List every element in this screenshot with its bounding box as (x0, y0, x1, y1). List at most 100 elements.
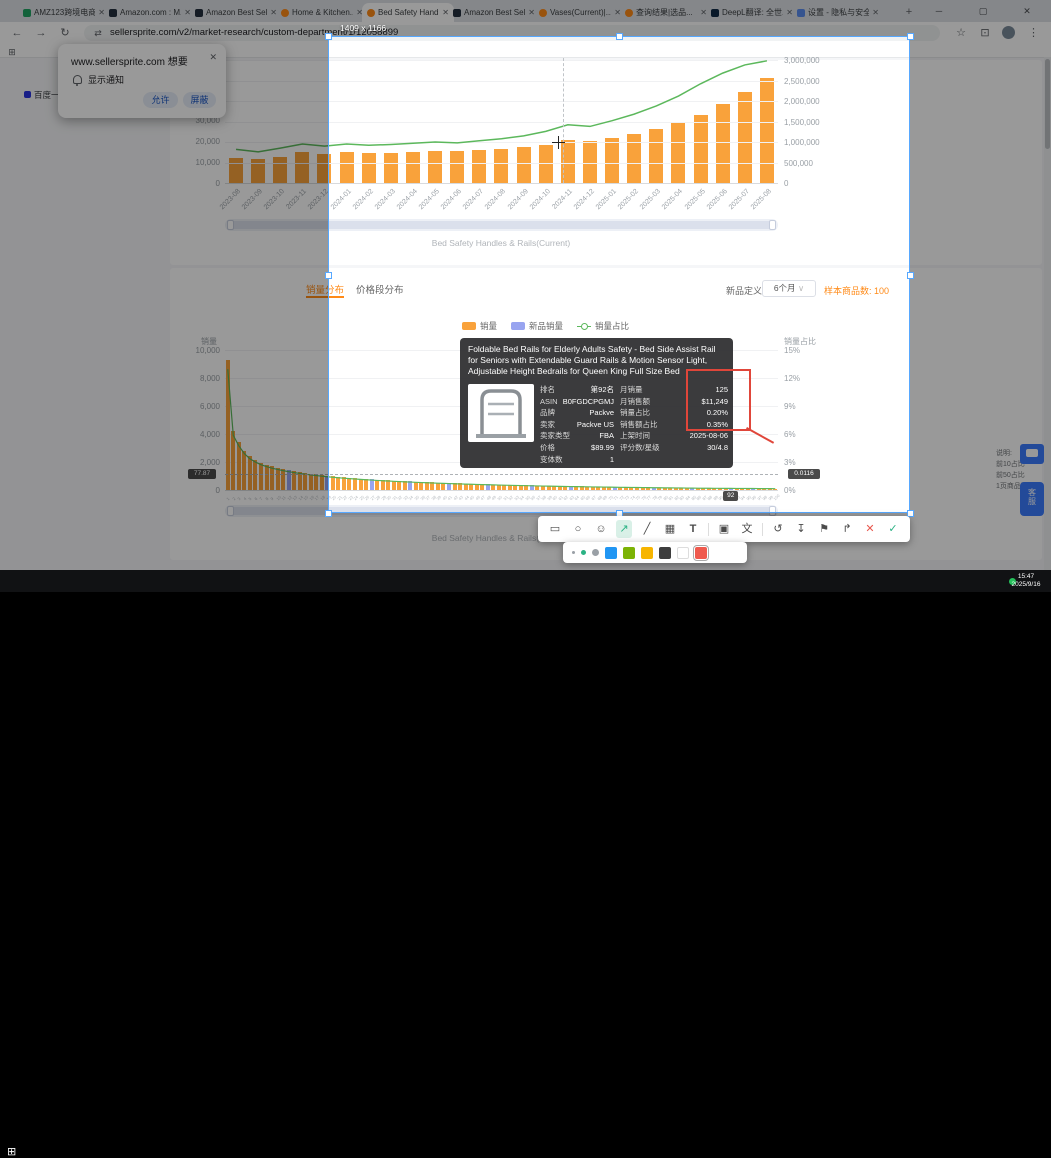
share-button-icon[interactable]: ↱ (839, 520, 855, 538)
chat-widget-button[interactable] (1020, 444, 1044, 464)
maximize-button[interactable]: ▢ (966, 0, 1000, 22)
tab-label: Amazon Best Sell... (464, 8, 525, 17)
color-swatch[interactable] (677, 547, 689, 559)
side-note-line: 前50占比 (996, 470, 1025, 480)
browser-tab-7[interactable]: Vases(Current)|...✕ (534, 3, 626, 22)
ellipse-tool-icon[interactable]: ○ (570, 520, 586, 538)
color-swatch[interactable] (605, 547, 617, 559)
chat-bubble-icon (1026, 449, 1038, 457)
back-icon[interactable]: ← (10, 26, 24, 40)
chart2-left-tick: 8,000 (180, 374, 220, 383)
browser-tab-1[interactable]: AMZ123跨境电商导航✕ (18, 3, 110, 22)
undo-button-icon[interactable]: ↺ (770, 520, 786, 538)
browser-tab-2[interactable]: Amazon.com : M...✕ (104, 3, 196, 22)
tab-label: Bed Safety Handl... (378, 8, 439, 17)
line-tool-icon[interactable]: ╱ (639, 520, 655, 538)
stroke-size-dot[interactable] (592, 549, 599, 556)
ocr-tool-icon[interactable]: 文 (739, 520, 755, 538)
chart2-left-tick: 2,000 (180, 458, 220, 467)
scrollbar-thumb[interactable] (1045, 59, 1050, 149)
stroke-size-dot[interactable] (581, 550, 586, 555)
bookmark-favicon (24, 91, 31, 98)
apps-grid-icon[interactable]: ⊞ (6, 45, 18, 59)
tab-label: Amazon Best Sell... (206, 8, 267, 17)
tab-favicon (711, 9, 719, 17)
snip-selection-window[interactable] (328, 36, 910, 513)
notification-permission-popup: www.sellersprite.com 想要 ✕ 显示通知 允许 屏蔽 (58, 44, 226, 118)
forward-icon[interactable]: → (34, 26, 48, 40)
tab-favicon (453, 9, 461, 17)
save-button-icon[interactable]: ↧ (793, 520, 809, 538)
browser-tab-6[interactable]: Amazon Best Sell...✕ (448, 3, 540, 22)
chart1-left-tick: 10,000 (180, 158, 220, 167)
tab-favicon (195, 9, 203, 17)
browser-tab-4[interactable]: Home & Kitchen...✕ (276, 3, 368, 22)
popup-request-text: 显示通知 (88, 73, 124, 86)
tab-label: Home & Kitchen... (292, 8, 353, 17)
pin-image-tool-icon[interactable]: ▣ (716, 520, 732, 538)
cancel-button-icon[interactable]: ✕ (862, 520, 878, 538)
snip-resize-handle[interactable] (616, 33, 623, 40)
arrow-tool-icon[interactable]: ↗ (616, 520, 632, 538)
confirm-button-icon[interactable]: ✓ (885, 520, 901, 538)
extensions-icon[interactable]: ⊡ (978, 26, 992, 40)
bell-icon (73, 75, 82, 84)
reload-icon[interactable]: ↻ (58, 26, 72, 40)
site-info-icon[interactable]: ⇄ (92, 26, 104, 40)
color-swatch[interactable] (623, 547, 635, 559)
snip-annotation-toolbar: ▭ ○ ☺ ↗ ╱ ▦ T ▣ 文 ↺ ↧ ⚑ ↱ ✕ ✓ (538, 516, 910, 542)
snip-resize-handle[interactable] (325, 510, 332, 517)
color-swatch[interactable] (659, 547, 671, 559)
tab-favicon (797, 9, 805, 17)
allow-button[interactable]: 允许 (143, 92, 178, 108)
snip-resize-handle[interactable] (907, 33, 914, 40)
text-tool-icon[interactable]: T (685, 520, 701, 538)
minimize-button[interactable]: ─ (922, 0, 956, 22)
snip-size-label: 1409 x 1166 (340, 23, 386, 33)
pin-button-icon[interactable]: ⚑ (816, 520, 832, 538)
snip-resize-handle[interactable] (325, 272, 332, 279)
new-tab-button[interactable]: + (902, 5, 916, 19)
tab-favicon (539, 9, 547, 17)
tab-favicon (367, 9, 375, 17)
start-button[interactable]: ⊞ (7, 1146, 19, 1158)
customer-service-button[interactable]: 客服 (1020, 482, 1044, 516)
close-window-button[interactable]: ✕ (1010, 0, 1044, 22)
close-icon[interactable]: ✕ (209, 52, 217, 63)
tab-label: AMZ123跨境电商导航 (34, 7, 95, 18)
color-swatch[interactable] (695, 547, 707, 559)
tab-favicon (23, 9, 31, 17)
browser-menu-icon[interactable]: ⋮ (1028, 26, 1038, 40)
browser-tab-3[interactable]: Amazon Best Sell...✕ (190, 3, 282, 22)
windows-taskbar: ⊞ (0, 570, 1051, 592)
stroke-size-dot[interactable] (572, 551, 575, 554)
snip-resize-handle[interactable] (907, 272, 914, 279)
chart2-left-tick: 6,000 (180, 402, 220, 411)
tab-label: Vases(Current)|... (550, 8, 611, 17)
emoji-tool-icon[interactable]: ☺ (593, 520, 609, 538)
tab-label: 查询结果|选品... (636, 7, 697, 18)
bookmark-star-icon[interactable]: ☆ (954, 26, 968, 40)
mosaic-tool-icon[interactable]: ▦ (662, 520, 678, 538)
profile-avatar[interactable] (1002, 26, 1015, 39)
popup-title: www.sellersprite.com 想要 (71, 53, 188, 68)
block-button[interactable]: 屏蔽 (183, 92, 216, 108)
rect-tool-icon[interactable]: ▭ (547, 520, 563, 538)
tab-close-icon[interactable]: ✕ (872, 8, 879, 17)
chart2-left-tick: 0 (180, 486, 220, 495)
taskbar-clock[interactable]: 15:472025/9/16 (1003, 573, 1049, 589)
chart1-left-tick: 20,000 (180, 137, 220, 146)
color-swatch[interactable] (641, 547, 653, 559)
tab-favicon (109, 9, 117, 17)
browser-tab-10[interactable]: 设置 - 隐私与安全✕ (792, 3, 884, 22)
snip-resize-handle[interactable] (325, 33, 332, 40)
chart2-left-tick: 10,000 (180, 346, 220, 355)
tab-label: DeepL翻译: 全世... (722, 7, 783, 18)
tab-favicon (625, 9, 633, 17)
toolbar-separator (762, 523, 763, 536)
screen: AMZ123跨境电商导航✕Amazon.com : M...✕Amazon Be… (0, 0, 1051, 592)
browser-tab-8[interactable]: 查询结果|选品...✕ (620, 3, 712, 22)
browser-tab-9[interactable]: DeepL翻译: 全世...✕ (706, 3, 798, 22)
page-scrollbar[interactable] (1044, 57, 1051, 570)
browser-tab-5[interactable]: Bed Safety Handl...✕ (362, 3, 454, 22)
